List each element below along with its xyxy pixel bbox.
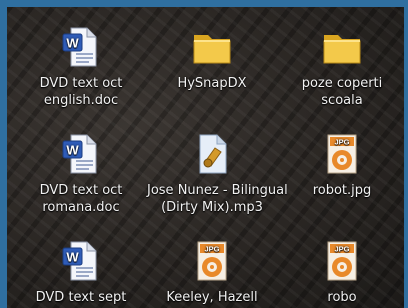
- desktop-item-jose-nunez-mp3[interactable]: Jose Nunez - Bilingual (Dirty Mix).mp3: [147, 132, 288, 216]
- desktop-item-hysnapdx[interactable]: HySnapDX: [147, 25, 277, 92]
- jpg-image-icon: [320, 239, 364, 283]
- folder-icon: [190, 25, 234, 69]
- item-label-line1: HySnapDX: [177, 76, 247, 91]
- folder-icon: [320, 25, 364, 69]
- desktop-item-dvd-text-oct-english[interactable]: DVD text oct english.doc: [16, 25, 146, 109]
- item-label-line1: Keeley, Hazell: [166, 290, 258, 305]
- desktop-item-dvd-text-sept[interactable]: DVD text sept: [16, 239, 146, 306]
- desktop-item-poze-coperti-scoala[interactable]: poze coperti scoala: [277, 25, 404, 109]
- desktop-item-keeley-hazell[interactable]: Keeley, Hazell: [147, 239, 277, 306]
- item-label-line1: robo: [327, 290, 357, 305]
- word-document-icon: [59, 132, 103, 176]
- item-label-line1: DVD text sept: [35, 290, 127, 305]
- desktop-area[interactable]: DVD text oct english.doc HySnapDX poze c…: [0, 0, 408, 308]
- jpg-image-icon: [320, 132, 364, 176]
- desktop-item-robo[interactable]: robo: [277, 239, 404, 306]
- desktop-item-robot-jpg[interactable]: robot.jpg: [277, 132, 404, 199]
- item-label-line2: scoala: [321, 93, 363, 108]
- item-label-line1: DVD text oct: [39, 183, 123, 198]
- item-label-line2: romana.doc: [42, 200, 120, 215]
- word-document-icon: [59, 25, 103, 69]
- jpg-image-icon: [190, 239, 234, 283]
- item-label-line1: robot.jpg: [312, 183, 372, 198]
- item-label-line2: (Dirty Mix).mp3: [161, 200, 263, 215]
- item-label-line2: english.doc: [43, 93, 119, 108]
- item-label-line1: Jose Nunez - Bilingual: [147, 183, 288, 198]
- word-document-icon: [59, 239, 103, 283]
- desktop-item-dvd-text-oct-romana[interactable]: DVD text oct romana.doc: [16, 132, 146, 216]
- audio-file-icon: [190, 132, 234, 176]
- item-label-line1: DVD text oct: [39, 76, 123, 91]
- item-label-line1: poze coperti: [301, 76, 383, 91]
